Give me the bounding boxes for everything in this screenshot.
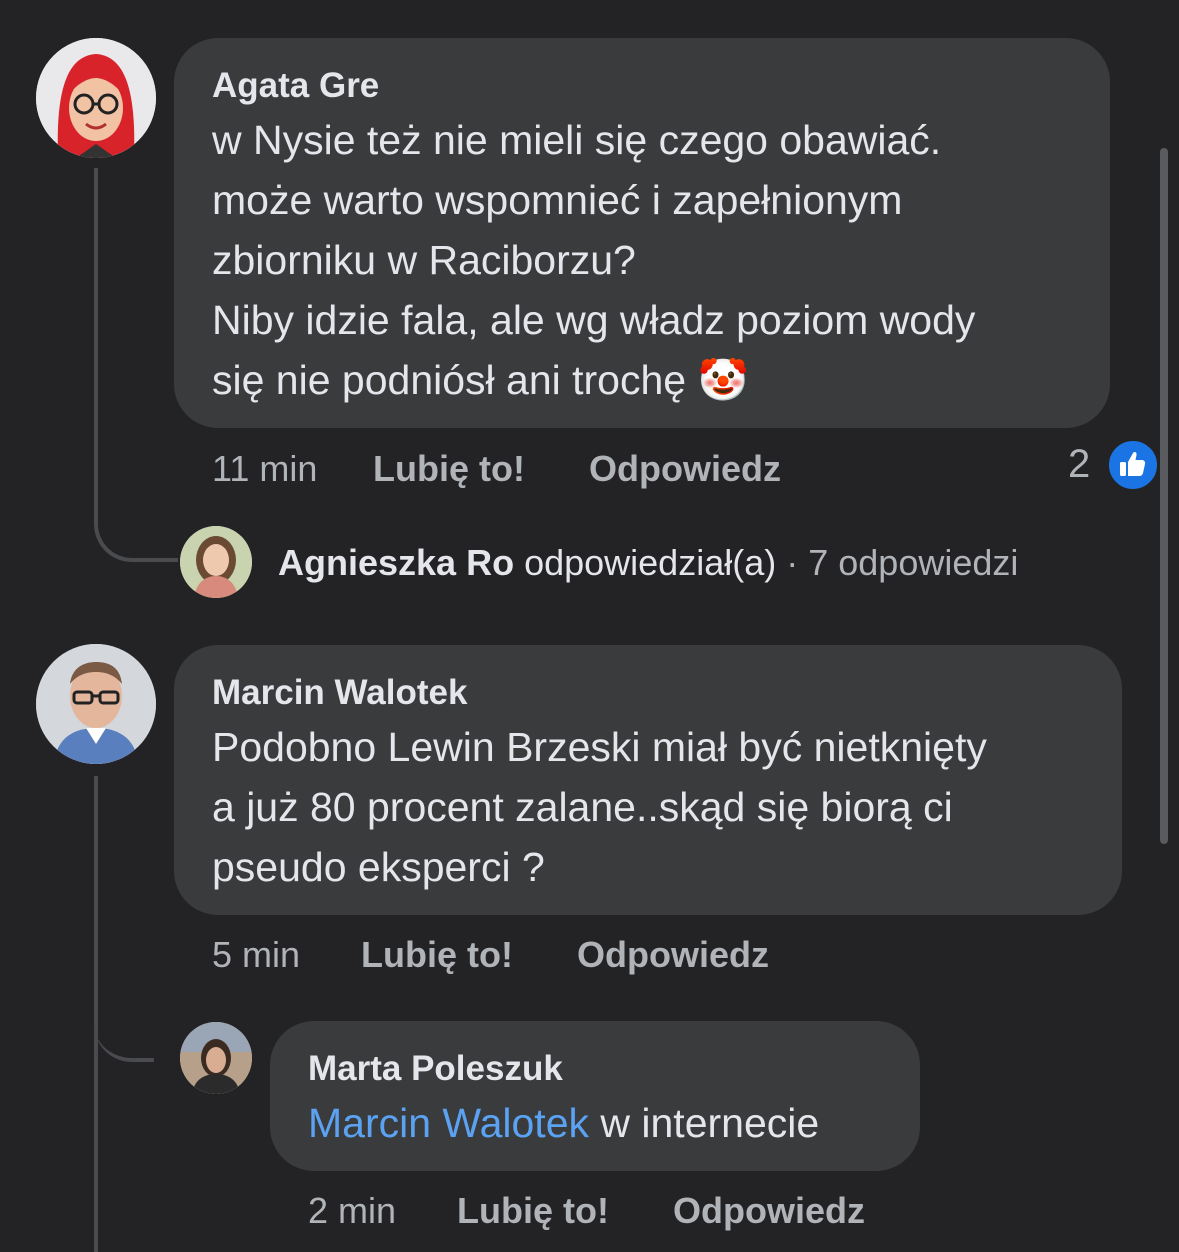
- avatar-marcin[interactable]: [36, 644, 156, 764]
- scrollbar[interactable]: [1160, 148, 1168, 844]
- comment-text: w Nysie też nie mieli się czego obawiać.…: [212, 117, 976, 403]
- reply-time[interactable]: 2 min: [308, 1190, 396, 1232]
- mention-link[interactable]: Marcin Walotek: [308, 1100, 589, 1146]
- reply-button[interactable]: Odpowiedz: [589, 448, 781, 490]
- reply-author[interactable]: Marta Poleszuk: [308, 1049, 563, 1089]
- comments-thread: Agata Gre w Nysie też nie mieli się czeg…: [0, 0, 1179, 1252]
- like-label: Lubię to!: [457, 1190, 609, 1231]
- avatar-image: [180, 1022, 252, 1094]
- avatar-image: [36, 644, 156, 764]
- like-label: Lubię to!: [361, 934, 513, 975]
- reply-text-body: w internecie: [589, 1100, 820, 1146]
- like-button[interactable]: Lubię to!: [361, 934, 513, 976]
- like-label: Lubię to!: [373, 448, 525, 489]
- like-button[interactable]: Lubię to!: [457, 1190, 609, 1232]
- reply-summary-action: odpowiedział(a): [524, 542, 777, 583]
- avatar-agata[interactable]: [36, 38, 156, 158]
- thumbs-up-icon[interactable]: [1106, 438, 1160, 492]
- thread-connector-2: [94, 1010, 154, 1062]
- reply-summary-name: Agnieszka Ro: [278, 542, 515, 583]
- reactions-count[interactable]: 2: [1068, 442, 1090, 487]
- reply-label: Odpowiedz: [589, 448, 781, 489]
- avatar-marta[interactable]: [180, 1022, 252, 1094]
- comment-time[interactable]: 5 min: [212, 934, 300, 976]
- view-replies-link[interactable]: Agnieszka Ro odpowiedział(a) · 7 odpowie…: [278, 542, 1018, 584]
- avatar-agnieszka[interactable]: [180, 526, 252, 598]
- like-button[interactable]: Lubię to!: [373, 448, 525, 490]
- reply-summary-count: · 7 odpowiedzi: [786, 542, 1019, 583]
- comment-author[interactable]: Marcin Walotek: [212, 673, 467, 713]
- reply-label: Odpowiedz: [673, 1190, 865, 1231]
- comment-bubble[interactable]: Marcin Walotek Podobno Lewin Brzeski mia…: [174, 645, 1122, 915]
- thread-connector-1: [94, 168, 178, 562]
- comment-author[interactable]: Agata Gre: [212, 66, 379, 106]
- thumbs-up-glyph: [1120, 451, 1146, 476]
- comment-bubble[interactable]: Agata Gre w Nysie też nie mieli się czeg…: [174, 38, 1110, 428]
- avatar-image: [180, 526, 252, 598]
- reply-button[interactable]: Odpowiedz: [673, 1190, 865, 1232]
- reply-bubble[interactable]: Marta Poleszuk Marcin Walotek w internec…: [270, 1021, 920, 1171]
- reply-button[interactable]: Odpowiedz: [577, 934, 769, 976]
- comment-time[interactable]: 11 min: [212, 448, 317, 490]
- reply-text: Marcin Walotek w internecie: [308, 1093, 819, 1153]
- comment-text: Podobno Lewin Brzeski miał być nietknięt…: [212, 724, 987, 890]
- reply-label: Odpowiedz: [577, 934, 769, 975]
- avatar-image: [36, 38, 156, 158]
